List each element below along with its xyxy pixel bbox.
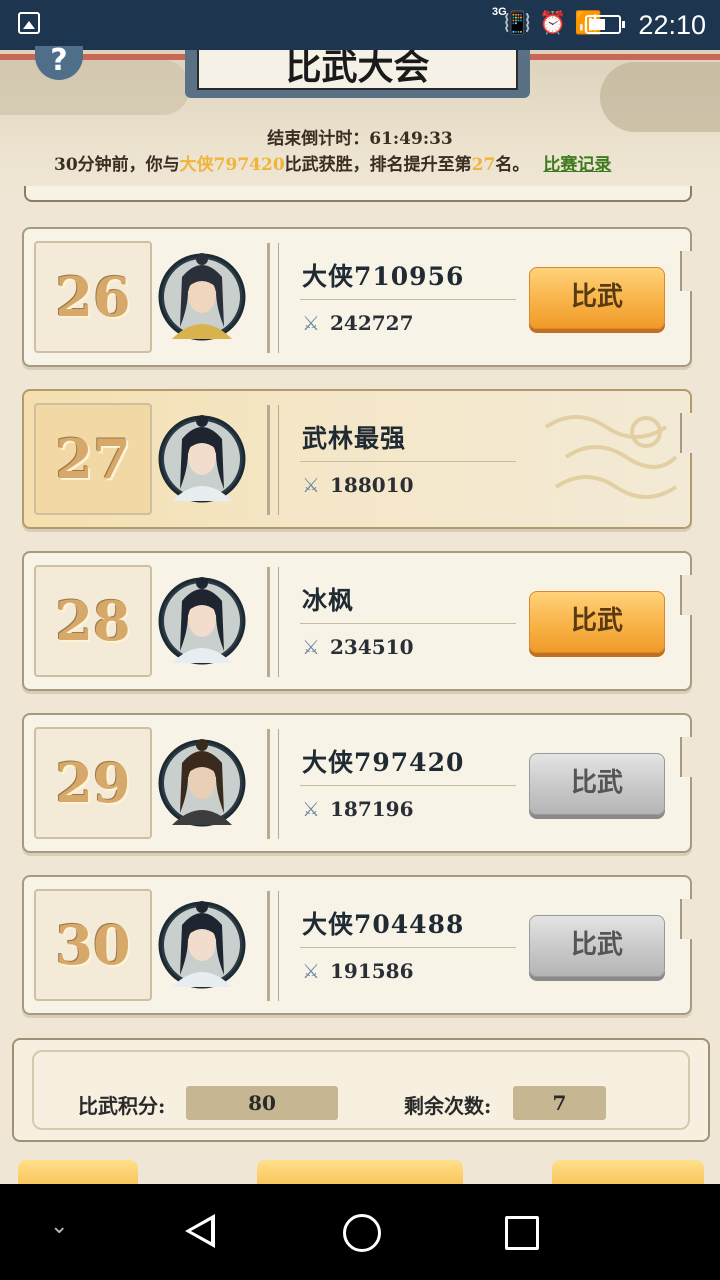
challenge-button[interactable]: 比武	[529, 915, 665, 977]
battery-icon	[585, 15, 625, 34]
score-value: 80	[186, 1086, 338, 1120]
title-plate: 比武大会	[185, 50, 530, 98]
challenge-button[interactable]: 比武	[529, 267, 665, 329]
combat-power: ⚔ 188010	[302, 473, 414, 497]
cloud-decoration	[600, 62, 720, 132]
score-panel: 比武积分: 80 剩余次数: 7	[12, 1038, 710, 1142]
row-divider	[267, 729, 279, 839]
crossed-swords-icon: ⚔	[302, 311, 320, 335]
player-name: 武林最强	[302, 424, 407, 453]
name-underline	[300, 947, 516, 948]
player-name: 大侠710956	[302, 262, 465, 291]
navigation-bar: ⌄	[0, 1184, 720, 1280]
gallery-icon	[18, 12, 40, 34]
crossed-swords-icon: ⚔	[302, 797, 320, 821]
crossed-swords-icon: ⚔	[302, 635, 320, 659]
combat-power-value: 191586	[330, 959, 414, 983]
row-notch	[680, 737, 692, 777]
chevron-down-icon[interactable]: ⌄	[50, 1214, 68, 1239]
bottom-button-left[interactable]	[18, 1160, 138, 1186]
list-top-edge	[24, 186, 692, 202]
ranking-row: 30 大侠704488 ⚔ 191586 比武	[22, 875, 692, 1015]
page-title: 比武大会	[197, 50, 518, 90]
countdown: 结束倒计时：61:49:33	[0, 124, 720, 149]
player-avatar	[158, 415, 246, 503]
combat-power: ⚔ 234510	[302, 635, 414, 659]
name-underline	[300, 623, 516, 624]
combat-power: ⚔ 191586	[302, 959, 414, 983]
status-time: 22:10	[638, 10, 706, 40]
rank-number: 27	[34, 403, 152, 515]
countdown-value: 61:49:33	[369, 129, 453, 149]
row-divider	[267, 405, 279, 515]
notice-middle: 比武获胜，排名提升至第	[284, 155, 472, 175]
remaining-label: 剩余次数:	[404, 1094, 492, 1118]
rank-number: 28	[34, 565, 152, 677]
notice-prefix: 30分钟前，你与	[54, 155, 180, 175]
name-underline	[300, 299, 516, 300]
rank-number: 30	[34, 889, 152, 1001]
challenge-button[interactable]: 比武	[529, 591, 665, 653]
player-name: 冰枫	[302, 586, 355, 615]
notice-rank: 27	[471, 155, 496, 175]
back-icon[interactable]	[185, 1214, 215, 1248]
combat-power-value: 188010	[330, 473, 414, 497]
challenge-button[interactable]: 比武	[529, 753, 665, 815]
recent-apps-icon[interactable]	[505, 1216, 539, 1250]
ranking-row: 28 冰枫 ⚔ 234510 比武	[22, 551, 692, 691]
name-underline	[300, 461, 516, 462]
cloud-decoration	[0, 60, 190, 115]
combat-power-value: 187196	[330, 797, 414, 821]
player-name: 大侠704488	[302, 910, 465, 939]
alarm-icon: ⏰	[539, 10, 575, 35]
status-bar: 📳⏰📶 3G 22:10	[0, 0, 720, 50]
combat-power: ⚔ 242727	[302, 311, 414, 335]
combat-power: ⚔ 187196	[302, 797, 414, 821]
vibrate-icon: 📳	[503, 10, 540, 35]
countdown-label: 结束倒计时：	[267, 129, 370, 149]
player-avatar	[158, 901, 246, 989]
row-notch	[680, 899, 692, 939]
notice-suffix: 名。	[495, 155, 530, 175]
rank-number: 29	[34, 727, 152, 839]
player-avatar	[158, 577, 246, 665]
crossed-swords-icon: ⚔	[302, 959, 320, 983]
combat-power-value: 242727	[330, 311, 414, 335]
remaining-value: 7	[513, 1086, 606, 1120]
combat-power-value: 234510	[330, 635, 414, 659]
row-divider	[267, 891, 279, 1001]
network-type: 3G	[492, 6, 507, 18]
player-avatar	[158, 739, 246, 827]
battle-notice: 30分钟前，你与大侠797420比武获胜，排名提升至第27名。 比赛记录	[54, 150, 694, 175]
row-notch	[680, 575, 692, 615]
ranking-row: 26 大侠710956 ⚔ 242727 比武	[22, 227, 692, 367]
row-notch	[680, 251, 692, 291]
player-avatar	[158, 253, 246, 341]
match-record-link[interactable]: 比赛记录	[543, 155, 611, 175]
score-panel-inner: 比武积分: 80 剩余次数: 7	[32, 1050, 690, 1130]
player-name: 大侠797420	[302, 748, 465, 777]
crossed-swords-icon: ⚔	[302, 473, 320, 497]
ranking-row: 29 大侠797420 ⚔ 187196 比武	[22, 713, 692, 853]
row-divider	[267, 567, 279, 677]
bottom-button-center[interactable]	[257, 1160, 463, 1186]
notice-opponent: 大侠797420	[179, 155, 285, 175]
bottom-button-right[interactable]	[552, 1160, 704, 1186]
rank-number: 26	[34, 241, 152, 353]
name-underline	[300, 785, 516, 786]
ranking-row: 27 武林最强 ⚔ 188010	[22, 389, 692, 529]
cloud-pattern-decoration	[544, 415, 678, 499]
score-label: 比武积分:	[78, 1094, 166, 1118]
row-divider	[267, 243, 279, 353]
home-icon[interactable]	[343, 1214, 381, 1252]
